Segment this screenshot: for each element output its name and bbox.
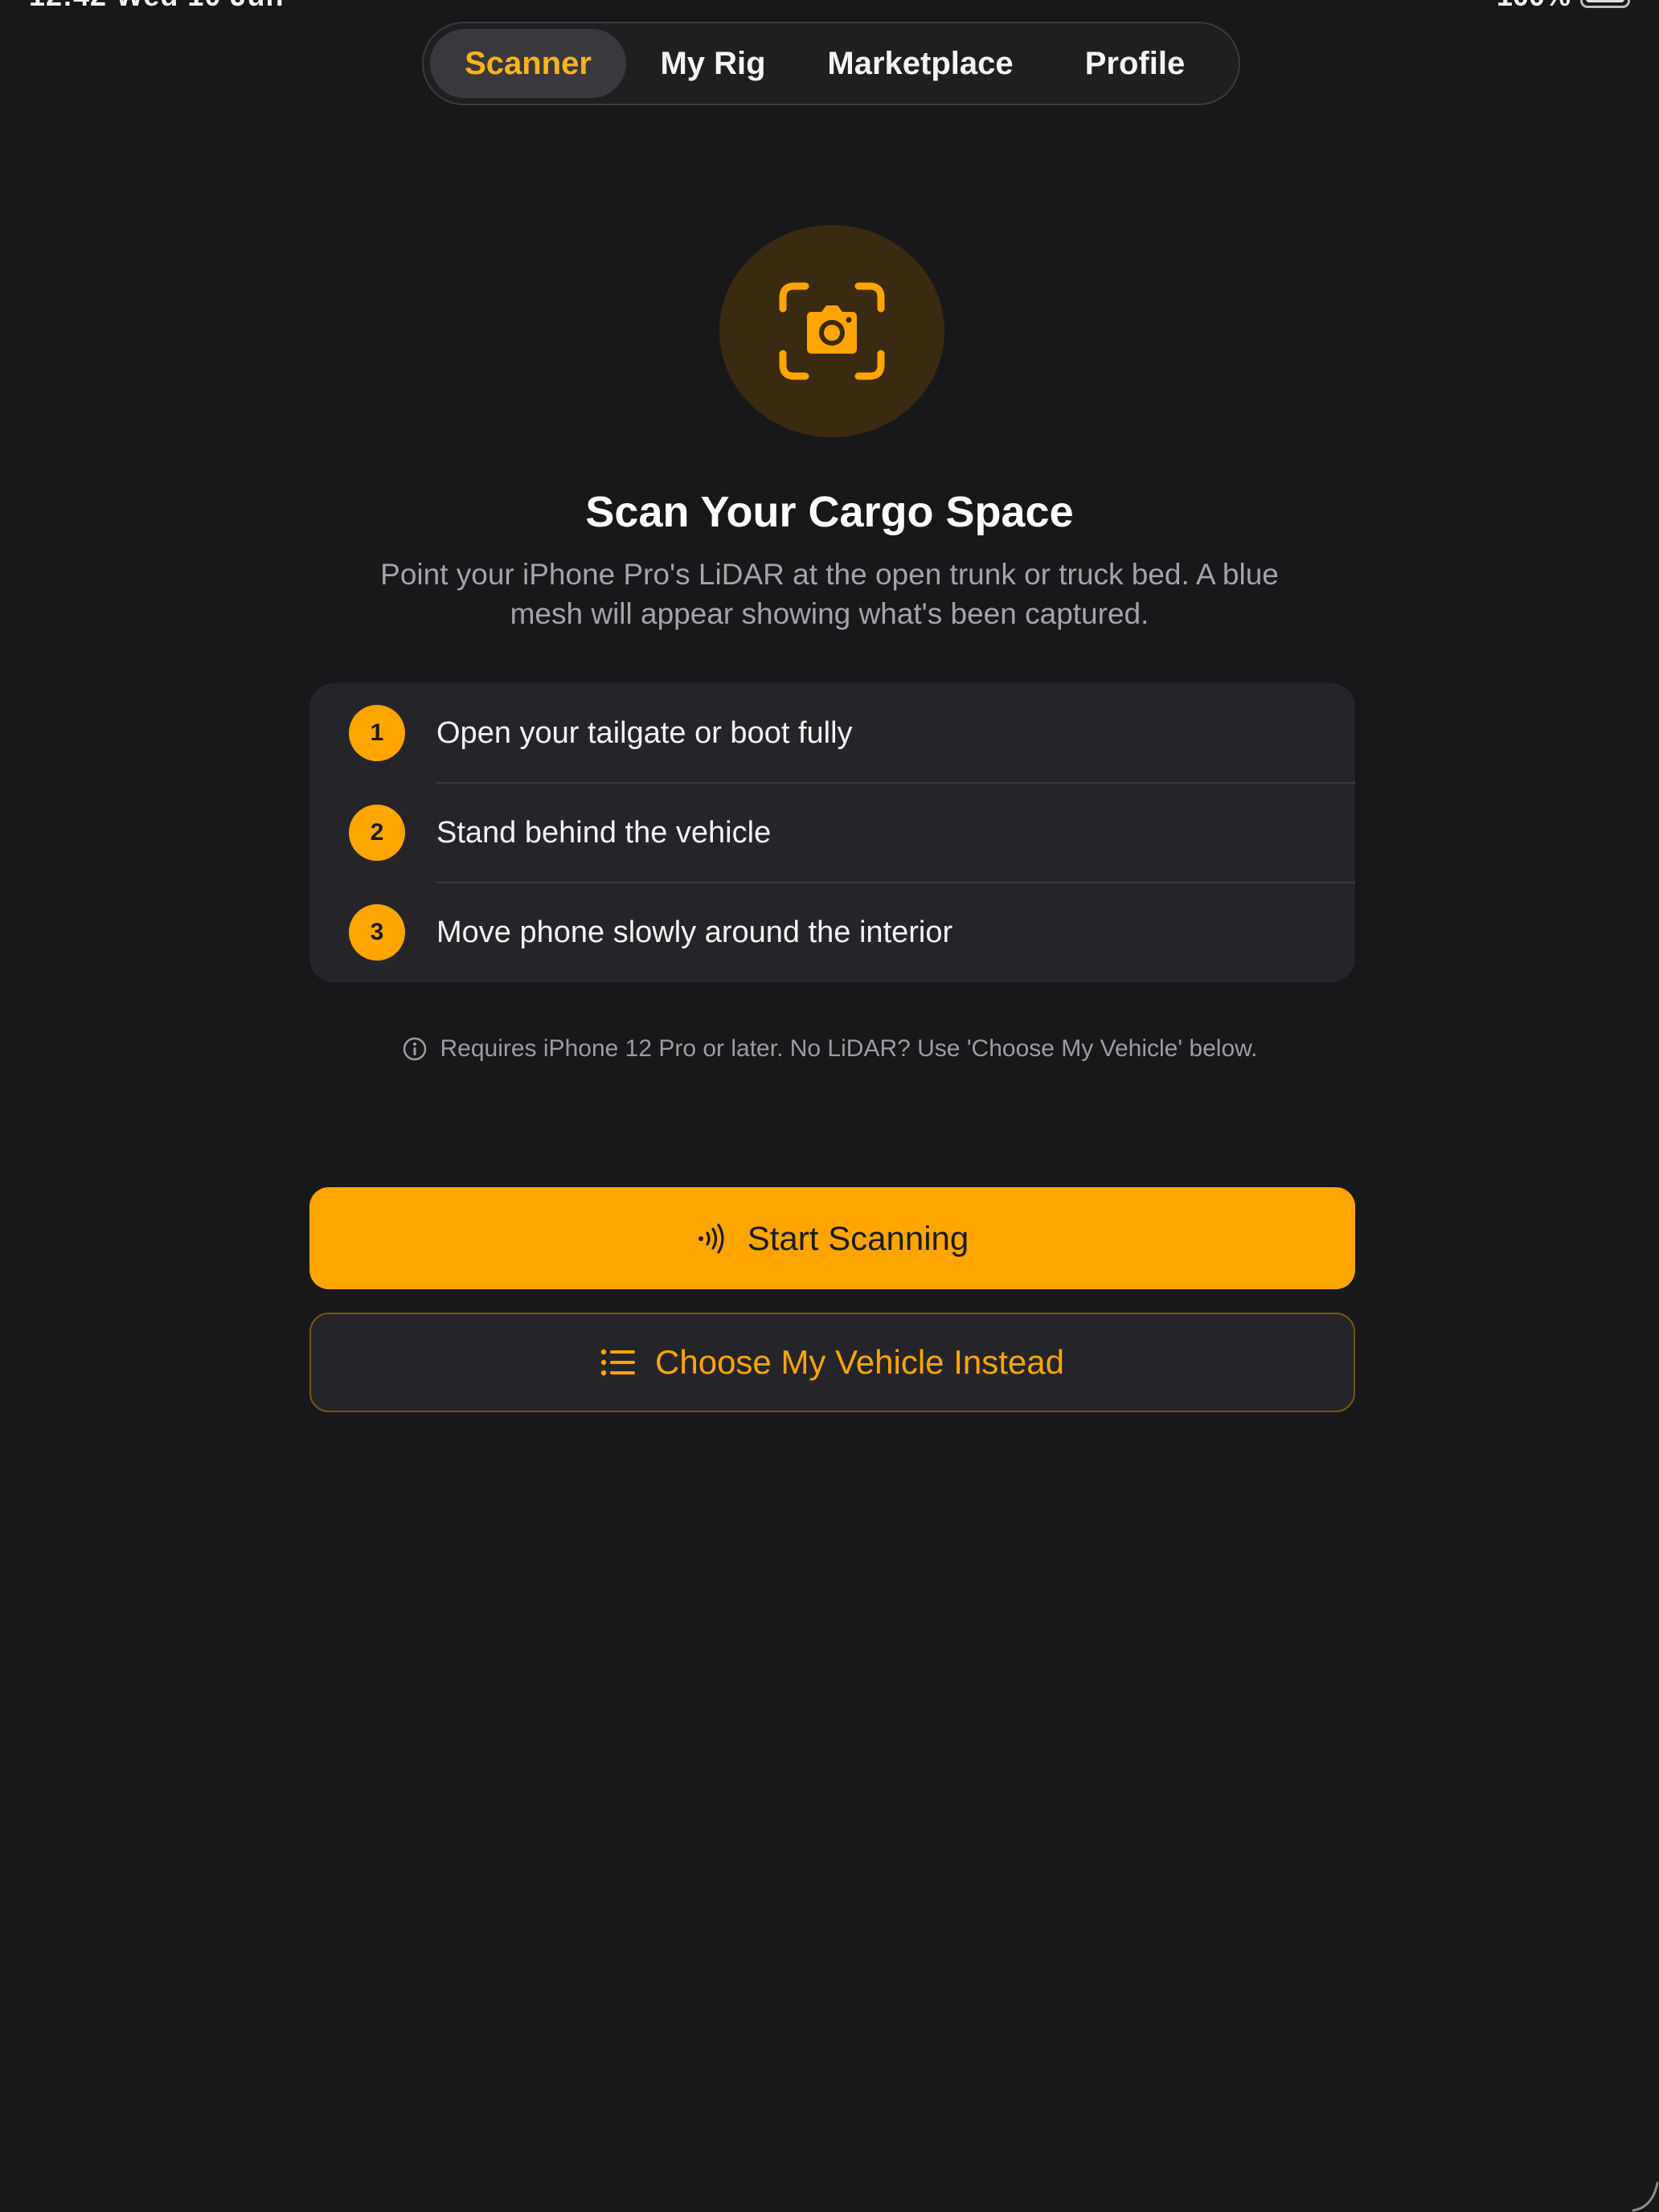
info-icon bbox=[403, 1037, 426, 1061]
scan-wave-icon bbox=[698, 1223, 724, 1254]
step-text: Open your tailgate or boot fully bbox=[436, 715, 853, 750]
step-number-badge: 3 bbox=[349, 904, 405, 961]
choose-vehicle-label: Choose My Vehicle Instead bbox=[655, 1343, 1064, 1381]
step-item: 2 Stand behind the vehicle bbox=[309, 783, 1355, 883]
steps-card: 1 Open your tailgate or boot fully 2 Sta… bbox=[309, 683, 1355, 982]
step-text: Stand behind the vehicle bbox=[436, 815, 772, 850]
page-subtitle: Point your iPhone Pro's LiDAR at the ope… bbox=[380, 558, 1279, 630]
battery-icon bbox=[1580, 0, 1630, 8]
step-number-badge: 2 bbox=[349, 805, 405, 861]
choose-vehicle-button[interactable]: Choose My Vehicle Instead bbox=[309, 1313, 1355, 1412]
camera-viewfinder-icon bbox=[779, 282, 885, 380]
tab-my-rig[interactable]: My Rig bbox=[626, 29, 800, 98]
battery-percent: 100% bbox=[1497, 0, 1571, 13]
scanner-screen: 12:42 Wed 10 Jun 100% Scanner My Rig Mar… bbox=[0, 0, 1659, 2212]
start-scanning-button[interactable]: Start Scanning bbox=[309, 1187, 1355, 1289]
page-title: Scan Your Cargo Space bbox=[585, 488, 1074, 536]
note-text: Requires iPhone 12 Pro or later. No LiDA… bbox=[440, 1035, 1258, 1062]
tab-scanner[interactable]: Scanner bbox=[430, 29, 626, 98]
hero-icon-circle bbox=[719, 225, 944, 437]
top-tab-bar: Scanner My Rig Marketplace Profile bbox=[422, 22, 1240, 105]
step-item: 1 Open your tailgate or boot fully bbox=[309, 683, 1355, 783]
status-indicators: 100% bbox=[1497, 0, 1630, 13]
list-icon bbox=[600, 1349, 636, 1376]
status-time-date: 12:42 Wed 10 Jun bbox=[29, 0, 284, 13]
tab-marketplace[interactable]: Marketplace bbox=[800, 29, 1041, 98]
corner-resize-icon bbox=[1632, 2181, 1659, 2212]
step-number-badge: 1 bbox=[349, 705, 405, 761]
step-item: 3 Move phone slowly around the interior bbox=[309, 883, 1355, 982]
tab-profile[interactable]: Profile bbox=[1041, 29, 1229, 98]
step-text: Move phone slowly around the interior bbox=[436, 915, 953, 949]
start-scanning-label: Start Scanning bbox=[747, 1219, 969, 1257]
lidar-requirement-note: Requires iPhone 12 Pro or later. No LiDA… bbox=[0, 1035, 1659, 1063]
